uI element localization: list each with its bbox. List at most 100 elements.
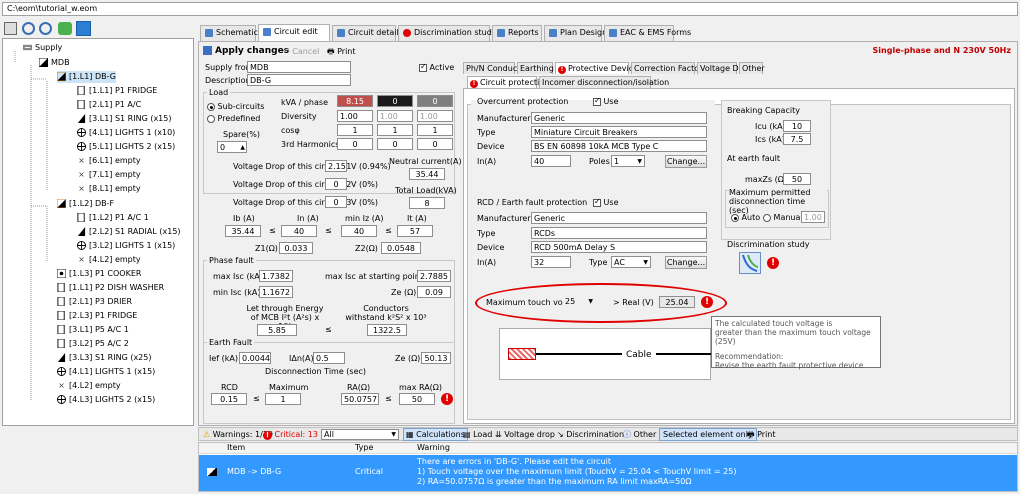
tree-item[interactable]: [2.L2] S1 RADIAL (x15): [77, 226, 181, 238]
type-field[interactable]: Miniature Circuit Breakers: [531, 126, 707, 138]
manufacturer-field[interactable]: Generic: [531, 112, 707, 124]
zoom-in-icon[interactable]: [22, 22, 35, 35]
tree-item[interactable]: [1.L1] P1 FRIDGE: [77, 85, 157, 97]
refresh-icon[interactable]: [58, 22, 72, 35]
warnings-print-button[interactable]: 🖶 Print: [747, 430, 776, 440]
diversity-l1[interactable]: 1.00: [337, 110, 373, 122]
right-tab-correction-factors[interactable]: Correction Factors: [631, 62, 707, 74]
kva-l1[interactable]: 8.15: [337, 95, 373, 107]
harm-l2[interactable]: 0: [377, 138, 413, 150]
load-toggle[interactable]: ▤ Load: [463, 430, 492, 440]
oc-change-button[interactable]: Change...: [665, 155, 707, 168]
device-field[interactable]: BS EN 60898 10kA MCB Type C: [531, 140, 707, 152]
cancel-button[interactable]: ↶ Cancel: [283, 45, 319, 58]
tree-item[interactable]: × [4.L2] empty: [57, 380, 121, 392]
diversity-l2[interactable]: 1.00: [377, 110, 413, 122]
calculations-toggle[interactable]: ▦ Calculations: [403, 428, 468, 441]
tab-circuit-edit[interactable]: Circuit edit: [258, 24, 330, 41]
description-field[interactable]: DB-G: [247, 74, 351, 86]
tree-item[interactable]: [1.L2] DB-F: [57, 198, 114, 210]
rcd-use-checkbox[interactable]: Use: [593, 197, 619, 208]
discrimination-toggle[interactable]: ↘ Discrimination: [557, 430, 624, 440]
predefined-radio[interactable]: Predefined: [207, 114, 260, 124]
filter-select[interactable]: All ▼: [321, 429, 399, 440]
tree-item[interactable]: × [7.L1] empty: [77, 169, 141, 181]
touch-warning-icon[interactable]: !: [701, 296, 713, 308]
kva-l2[interactable]: 0: [377, 95, 413, 107]
poles-select[interactable]: 1 ▼: [611, 155, 645, 167]
tree-item[interactable]: [1.L1] P2 DISH WASHER: [57, 282, 164, 294]
auto-radio[interactable]: Auto: [731, 213, 760, 223]
tree-item[interactable]: [5.L1] LIGHTS 2 (x15): [77, 141, 175, 153]
disc-warning-icon[interactable]: !: [767, 257, 779, 269]
right-tab-other[interactable]: Other: [739, 62, 765, 74]
spare-stepper[interactable]: 0 ▲: [217, 141, 247, 153]
tree-item[interactable]: MDB: [39, 57, 70, 69]
tree-item[interactable]: [1.L2] P1 A/C 1: [77, 212, 149, 224]
other-toggle[interactable]: ⓘ Other: [623, 430, 656, 440]
oc-use-checkbox[interactable]: Use: [593, 96, 619, 107]
right-tab-earthing[interactable]: Earthing: [517, 62, 554, 74]
sub-tab-incomer[interactable]: Incomer disconnection/isolation: [539, 76, 669, 88]
tree-item[interactable]: [2.L3] P1 FRIDGE: [57, 310, 137, 322]
active-checkbox[interactable]: Active: [419, 62, 454, 73]
rcd-in-field[interactable]: 32: [531, 256, 571, 268]
tab-eac-ems-forms[interactable]: EAC & EMS Forms: [604, 25, 691, 41]
right-tab-voltage-drop[interactable]: Voltage Drop: [697, 62, 752, 74]
tree-item[interactable]: [2.L1] P3 DRIER: [57, 296, 132, 308]
cos-l2[interactable]: 1: [377, 124, 413, 136]
print-button[interactable]: 🖶 Print: [327, 45, 356, 58]
tree-item[interactable]: [4.L1] LIGHTS 1 (x10): [77, 127, 175, 139]
cos-l1[interactable]: 1: [337, 124, 373, 136]
right-tab-ph-n-conductor[interactable]: Ph/N Conductor: [463, 62, 529, 74]
discrimination-icon[interactable]: [739, 252, 761, 274]
tree-item[interactable]: × [6.L1] empty: [77, 155, 141, 167]
selected-only-toggle[interactable]: Selected element only: [659, 428, 757, 441]
tree-panel[interactable]: Supply MDB [1.L1] DB-G [1.L1] P1 FRIDGE [2.L…: [2, 38, 194, 426]
tree-item[interactable]: [3.L2] P5 A/C 2: [57, 338, 129, 350]
sub-tab-circuit-protection[interactable]: ! Circuit protection: [467, 76, 549, 88]
tree-item[interactable]: [4.L1] LIGHTS 1 (x15): [57, 366, 155, 378]
tab-circuit-details[interactable]: Circuit details: [332, 25, 403, 41]
cos-l3[interactable]: 1: [417, 124, 453, 136]
rcd-type-field[interactable]: RCDs: [531, 227, 707, 239]
tree-item[interactable]: [1.L1] DB-G: [57, 71, 116, 83]
rcd-device-field[interactable]: RCD 500mA Delay S: [531, 241, 707, 253]
in-a-field[interactable]: 40: [531, 155, 571, 167]
tree-item[interactable]: Supply: [23, 42, 62, 54]
critical-toggle[interactable]: ! Critical: 13: [263, 430, 318, 440]
tree-item[interactable]: × [8.L1] empty: [77, 183, 141, 195]
supply-from-field[interactable]: MDB: [247, 61, 351, 73]
tree-item[interactable]: [3.L2] LIGHTS 1 (x15): [77, 240, 175, 252]
address-bar[interactable]: C:\eom\tutorial_w.eom: [2, 2, 1018, 16]
rcd-change-button[interactable]: Change...: [665, 256, 707, 269]
tree-item[interactable]: [3.L3] S1 RING (x25): [57, 352, 151, 364]
tree-item[interactable]: [3.L1] S1 RING (x15): [77, 113, 171, 125]
apply-changes-button[interactable]: Apply changes: [203, 45, 289, 58]
touch-select[interactable]: 25 ▼: [563, 296, 595, 308]
zoom-out-icon[interactable]: [39, 22, 52, 35]
harm-l3[interactable]: 0: [417, 138, 453, 150]
tab-schematic[interactable]: Schematic: [200, 25, 258, 41]
tree-item[interactable]: [4.L3] LIGHTS 2 (x15): [57, 394, 155, 406]
rcd-manufacturer-field[interactable]: Generic: [531, 212, 707, 224]
rcd-type2-select[interactable]: AC ▼: [611, 256, 651, 268]
tab-plan-design[interactable]: Plan Design: [544, 25, 607, 41]
check-icon[interactable]: [76, 21, 91, 36]
tree-item[interactable]: [2.L1] P1 A/C: [77, 99, 141, 111]
table-row[interactable]: MDB -> DB-G Critical There are errors in…: [199, 455, 1017, 491]
tree-item[interactable]: [1.L3] P1 COOKER: [57, 268, 141, 280]
tree-item[interactable]: × [4.L2] empty: [77, 254, 141, 266]
tab-discrimination-study[interactable]: Discrimination study: [398, 25, 497, 41]
harm-l1[interactable]: 0: [337, 138, 373, 150]
tree-settings-icon[interactable]: [4, 22, 17, 35]
vdrop-toggle[interactable]: ⇊ Voltage drop: [495, 430, 555, 440]
right-tab-protective-devices[interactable]: ! Protective Devices: [555, 62, 642, 74]
diversity-l3[interactable]: 1.00: [417, 110, 453, 122]
tab-reports[interactable]: Reports: [492, 25, 542, 41]
tree-item[interactable]: [3.L1] P5 A/C 1: [57, 324, 129, 336]
kva-l3[interactable]: 0: [417, 95, 453, 107]
manual-radio[interactable]: Manual: [763, 213, 803, 223]
ra-warning-icon[interactable]: !: [441, 393, 453, 405]
subcircuits-radio[interactable]: Sub-circuits: [207, 102, 264, 112]
